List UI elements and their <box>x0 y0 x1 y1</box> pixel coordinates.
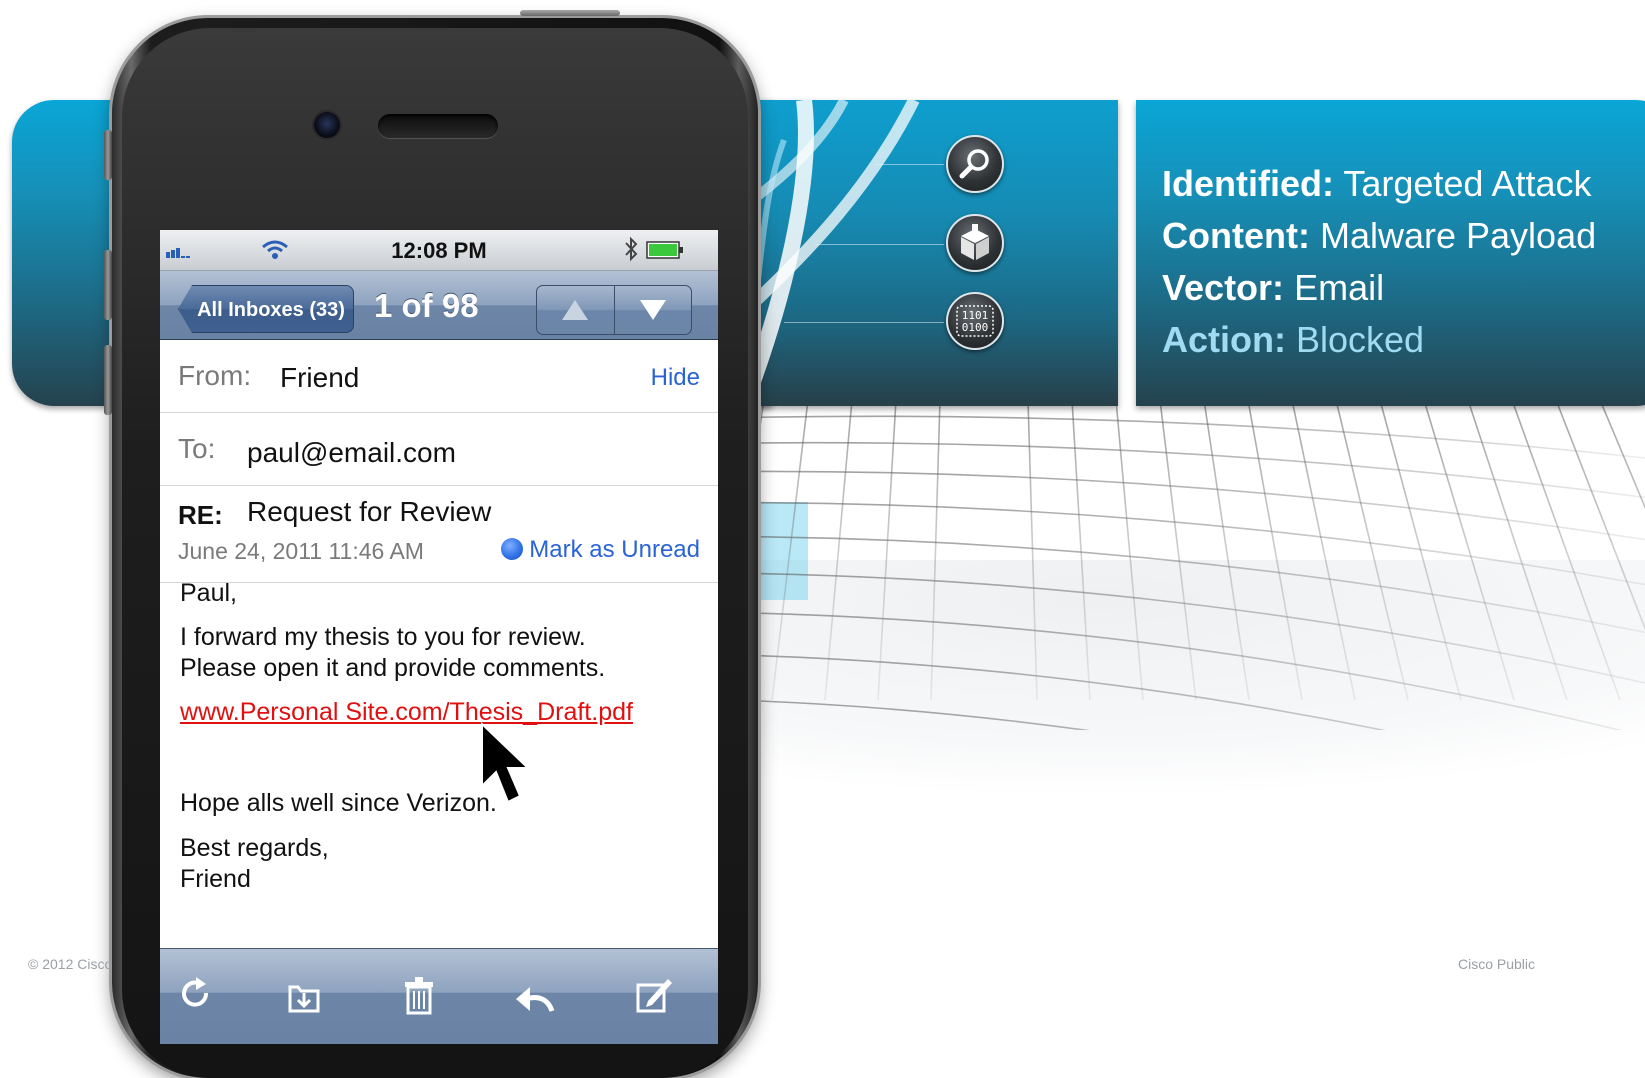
email-toolbar <box>160 948 718 1044</box>
connector-line <box>814 244 944 245</box>
earpiece-speaker <box>378 114 498 138</box>
bluetooth-icon <box>625 236 638 262</box>
grid-line <box>720 611 1623 730</box>
grid-line <box>1071 400 1091 701</box>
email-date: June 24, 2011 11:46 AM <box>178 538 424 564</box>
email-line-1: I forward my thesis to you for review. <box>180 623 586 651</box>
grid-line <box>877 400 897 701</box>
message-navigator <box>536 285 692 335</box>
copyright-text: © 2012 Cisco <box>28 956 113 972</box>
grid-line <box>1423 400 1515 701</box>
binary-data-icon: 1101 0100 <box>946 292 1004 350</box>
grid-line <box>1115 400 1144 701</box>
from-field: From: Friend Hide <box>160 340 718 413</box>
grid-line <box>1555 400 1645 631</box>
reply-icon[interactable] <box>512 975 556 1015</box>
connector-line <box>874 164 944 165</box>
vector-label: Vector: <box>1162 267 1285 308</box>
identified-value: Targeted Attack <box>1343 163 1592 204</box>
grid-line <box>1159 400 1197 701</box>
battery-icon <box>646 241 683 259</box>
mute-switch <box>104 130 112 180</box>
grid-line <box>930 400 941 701</box>
email-line-2: Please open it and provide comments. <box>180 654 606 682</box>
up-arrow-icon <box>562 300 589 320</box>
grid-line <box>720 653 1387 730</box>
to-label: To: <box>178 433 216 464</box>
content-row: Content: Malware Payload <box>1162 210 1596 262</box>
email-signoff: Best regards, Friend <box>180 833 329 895</box>
identified-label: Identified: <box>1162 163 1334 204</box>
status-bar: 12:08 PM <box>160 230 718 271</box>
to-field: To: paul@email.com <box>160 413 718 486</box>
package-icon <box>946 214 1004 272</box>
threat-summary: Identified: Targeted Attack Content: Mal… <box>1162 158 1596 366</box>
content-label: Content: <box>1162 215 1310 256</box>
from-label: From: <box>178 360 252 391</box>
next-message-button[interactable] <box>613 286 692 334</box>
grid-line <box>720 415 1645 459</box>
analysis-panel: 1101 0100 <box>724 100 1118 406</box>
grid-line <box>824 400 853 701</box>
subject-prefix: RE: <box>178 500 223 530</box>
email-nav-bar: All Inboxes (33) 1 of 98 <box>160 271 718 340</box>
subject-field: RE: Request for Review June 24, 2011 11:… <box>160 486 718 583</box>
volume-up-button <box>104 250 112 320</box>
grid-line <box>1511 400 1621 701</box>
identified-row: Identified: Targeted Attack <box>1162 158 1596 210</box>
action-row: Action: Blocked <box>1162 314 1596 366</box>
signoff-line-2: Friend <box>180 865 251 893</box>
grid-line <box>1247 400 1303 701</box>
light-streaks <box>724 100 920 406</box>
grid-line <box>1599 400 1645 510</box>
email-line-3: Hope alls well since Verizon. <box>180 789 497 817</box>
action-label: Action: <box>1162 319 1286 360</box>
connector-line <box>784 322 944 323</box>
svg-text:0100: 0100 <box>962 321 989 334</box>
compose-icon[interactable] <box>634 975 674 1015</box>
grid-line <box>720 470 1645 541</box>
malicious-link[interactable]: www.Personal Site.com/Thesis_Draft.pdf <box>180 697 633 728</box>
action-value: Blocked <box>1296 319 1425 360</box>
unread-dot-icon <box>501 538 524 560</box>
content-value: Malware Payload <box>1319 215 1597 256</box>
signoff-line-1: Best regards, <box>180 834 329 862</box>
vector-row: Vector: Email <box>1162 262 1596 314</box>
previous-message-button[interactable] <box>537 286 614 334</box>
front-camera <box>314 112 340 138</box>
power-button <box>520 10 620 16</box>
grid-line <box>720 441 1645 499</box>
grid-line <box>1291 400 1356 701</box>
trash-icon[interactable] <box>402 975 436 1015</box>
grid-line <box>1379 400 1462 701</box>
all-inboxes-back-button[interactable]: All Inboxes (33) <box>178 285 354 333</box>
email-paragraph: I forward my thesis to you for review. P… <box>180 622 605 684</box>
refresh-icon[interactable] <box>178 975 214 1015</box>
email-greeting: Paul, <box>180 579 237 607</box>
hide-details-link[interactable]: Hide <box>651 364 700 392</box>
magnifier-icon <box>946 135 1004 193</box>
grid-line <box>1203 400 1250 701</box>
from-value[interactable]: Friend <box>280 362 359 394</box>
phone-screen: 12:08 PM All Inboxes (33) 1 of 98 From: … <box>160 230 718 1044</box>
subject-text: Request for Review <box>247 496 492 527</box>
message-counter: 1 of 98 <box>374 287 479 324</box>
to-value[interactable]: paul@email.com <box>247 437 456 469</box>
perspective-grid <box>720 400 1645 730</box>
mouse-pointer-icon <box>481 722 531 804</box>
mark-as-unread-label: Mark as Unread <box>529 536 700 563</box>
down-arrow-icon <box>639 300 666 320</box>
move-to-folder-icon[interactable] <box>286 975 322 1015</box>
grid-line <box>1335 400 1409 701</box>
classification-label: Cisco Public <box>1457 956 1535 972</box>
volume-down-button <box>104 345 112 415</box>
mark-as-unread-button[interactable]: Mark as Unread <box>501 536 700 564</box>
grid-line <box>1027 400 1038 701</box>
vector-value: Email <box>1294 267 1385 308</box>
